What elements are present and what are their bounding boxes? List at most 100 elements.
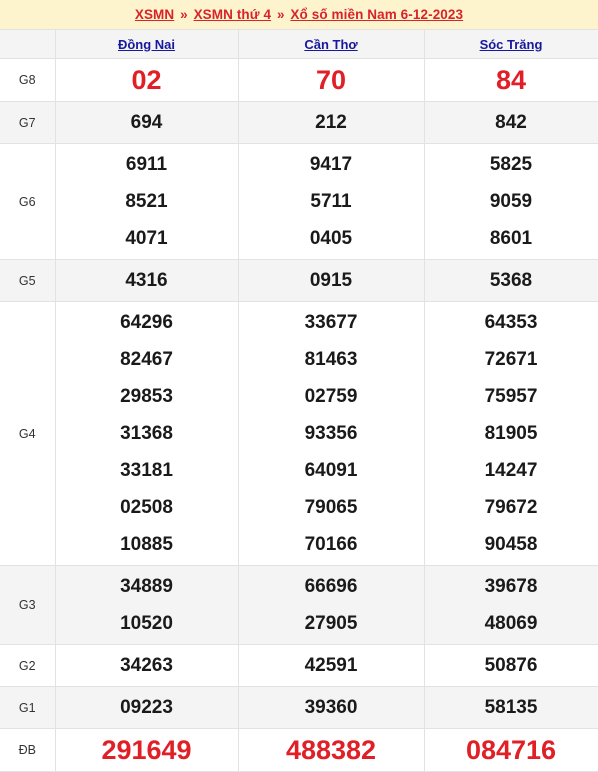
- prize-numbers-cell: 50876: [423, 644, 598, 687]
- prize-numbers-cell: 6911 8521 4071: [54, 143, 239, 260]
- prize-number: 70: [315, 65, 347, 95]
- prize-label: G4: [0, 301, 56, 566]
- prize-row-g4: G4 64296 82467 29853 31368 33181 02508 10885 336…: [0, 301, 598, 566]
- prize-number: 79672: [484, 497, 538, 518]
- breadcrumb-separator: »: [273, 7, 289, 22]
- prize-number: 291649: [101, 735, 192, 765]
- province-link-2[interactable]: Cần Thơ: [304, 37, 357, 52]
- prize-number: 84: [495, 65, 527, 95]
- prize-numbers-cell: 0915: [237, 259, 425, 302]
- prize-number: 084716: [465, 735, 557, 765]
- prize-numbers-cell: 291649: [54, 728, 239, 772]
- prize-number: 5825: [489, 154, 533, 175]
- prize-numbers-cell: 09223: [54, 686, 239, 729]
- prize-number: 10885: [120, 534, 173, 555]
- prize-row-g1: G1 09223 39360 58135: [0, 686, 598, 729]
- prize-number: 81905: [484, 423, 538, 444]
- prize-number: 488382: [285, 735, 377, 765]
- prize-row-g3: G3 34889 10520 66696 27905 39678 48069: [0, 565, 598, 645]
- column-header-province-3[interactable]: Sóc Trăng: [423, 29, 598, 59]
- prize-number: 33677: [304, 312, 358, 333]
- prize-numbers-cell: 694: [54, 101, 239, 144]
- prize-number: 34263: [120, 655, 173, 676]
- prize-numbers-cell: 33677 81463 02759 93356 64091 79065 70166: [237, 301, 425, 566]
- prize-label: G5: [0, 259, 56, 302]
- prize-number: 75957: [484, 386, 538, 407]
- prize-number: 72671: [484, 349, 538, 370]
- prize-number: 27905: [304, 613, 358, 634]
- prize-row-g5: G5 4316 0915 5368: [0, 259, 598, 302]
- prize-number: 64091: [304, 460, 358, 481]
- prize-number: 82467: [120, 349, 173, 370]
- prize-numbers-cell: 488382: [237, 728, 425, 772]
- prize-number: 09223: [120, 697, 173, 718]
- prize-number: 64353: [484, 312, 538, 333]
- lottery-results-table: Đồng Nai Cần Thơ Sóc Trăng G8 02 70 84 G7 694…: [0, 29, 598, 772]
- prize-number: 39360: [304, 697, 358, 718]
- table-header-row: Đồng Nai Cần Thơ Sóc Trăng: [0, 29, 598, 59]
- table-corner-cell: [0, 29, 56, 59]
- breadcrumb-separator: »: [176, 7, 192, 22]
- breadcrumb-item-3[interactable]: Xổ số miền Nam 6-12-2023: [290, 7, 463, 22]
- breadcrumb-item-1[interactable]: XSMN: [135, 7, 174, 22]
- prize-label: G8: [0, 58, 56, 102]
- prize-numbers-cell: 212: [237, 101, 425, 144]
- prize-numbers-cell: 842: [423, 101, 598, 144]
- prize-number: 64296: [120, 312, 173, 333]
- breadcrumb: XSMN » XSMN thứ 4 » Xổ số miền Nam 6-12-…: [135, 7, 463, 22]
- prize-number: 8601: [489, 228, 533, 249]
- prize-row-đb: ĐB 291649 488382 084716: [0, 728, 598, 772]
- prize-label: ĐB: [0, 728, 56, 772]
- prize-number: 02508: [120, 497, 173, 518]
- prize-number: 66696: [304, 576, 358, 597]
- table-header: Đồng Nai Cần Thơ Sóc Trăng: [0, 29, 598, 59]
- prize-number: 5711: [310, 191, 352, 212]
- breadcrumb-item-2[interactable]: XSMN thứ 4: [194, 7, 272, 22]
- prize-number: 02: [131, 65, 162, 95]
- prize-number: 34889: [120, 576, 173, 597]
- column-header-province-1[interactable]: Đồng Nai: [54, 29, 239, 59]
- prize-number: 93356: [304, 423, 358, 444]
- column-header-province-2[interactable]: Cần Thơ: [237, 29, 425, 59]
- prize-numbers-cell: 02: [54, 58, 239, 102]
- prize-number: 4316: [125, 270, 168, 291]
- prize-label: G1: [0, 686, 56, 729]
- prize-number: 02759: [304, 386, 358, 407]
- prize-number: 50876: [484, 655, 538, 676]
- breadcrumb-band: XSMN » XSMN thứ 4 » Xổ số miền Nam 6-12-…: [0, 0, 598, 29]
- prize-number: 33181: [120, 460, 173, 481]
- prize-numbers-cell: 5368: [423, 259, 598, 302]
- table-body: G8 02 70 84 G7 694 212 842 G6 6911 8521 4071 9417 571…: [0, 58, 598, 772]
- prize-numbers-cell: 4316: [54, 259, 239, 302]
- prize-number: 81463: [304, 349, 358, 370]
- prize-numbers-cell: 64353 72671 75957 81905 14247 79672 90458: [423, 301, 598, 566]
- prize-number: 31368: [120, 423, 173, 444]
- prize-numbers-cell: 42591: [237, 644, 425, 687]
- prize-row-g6: G6 6911 8521 4071 9417 5711 0405 5825 9059 8601: [0, 143, 598, 260]
- prize-number: 5368: [489, 270, 533, 291]
- prize-numbers-cell: 9417 5711 0405: [237, 143, 425, 260]
- prize-row-g8: G8 02 70 84: [0, 58, 598, 102]
- prize-number: 0405: [309, 228, 353, 249]
- province-link-1[interactable]: Đồng Nai: [118, 37, 175, 52]
- prize-number: 58135: [484, 697, 538, 718]
- prize-number: 90458: [484, 534, 538, 555]
- prize-number: 10520: [120, 613, 173, 634]
- prize-numbers-cell: 66696 27905: [237, 565, 425, 645]
- prize-number: 842: [495, 112, 527, 133]
- prize-numbers-cell: 58135: [423, 686, 598, 729]
- prize-label: G6: [0, 143, 56, 260]
- prize-number: 4071: [125, 228, 168, 249]
- prize-numbers-cell: 34263: [54, 644, 239, 687]
- prize-number: 70166: [304, 534, 358, 555]
- prize-number: 29853: [120, 386, 173, 407]
- province-link-3[interactable]: Sóc Trăng: [480, 37, 543, 52]
- prize-row-g7: G7 694 212 842: [0, 101, 598, 144]
- prize-numbers-cell: 39360: [237, 686, 425, 729]
- prize-number: 694: [130, 112, 163, 133]
- prize-label: G2: [0, 644, 56, 687]
- prize-numbers-cell: 64296 82467 29853 31368 33181 02508 10885: [54, 301, 239, 566]
- prize-number: 14247: [484, 460, 538, 481]
- prize-row-g2: G2 34263 42591 50876: [0, 644, 598, 687]
- prize-label: G3: [0, 565, 56, 645]
